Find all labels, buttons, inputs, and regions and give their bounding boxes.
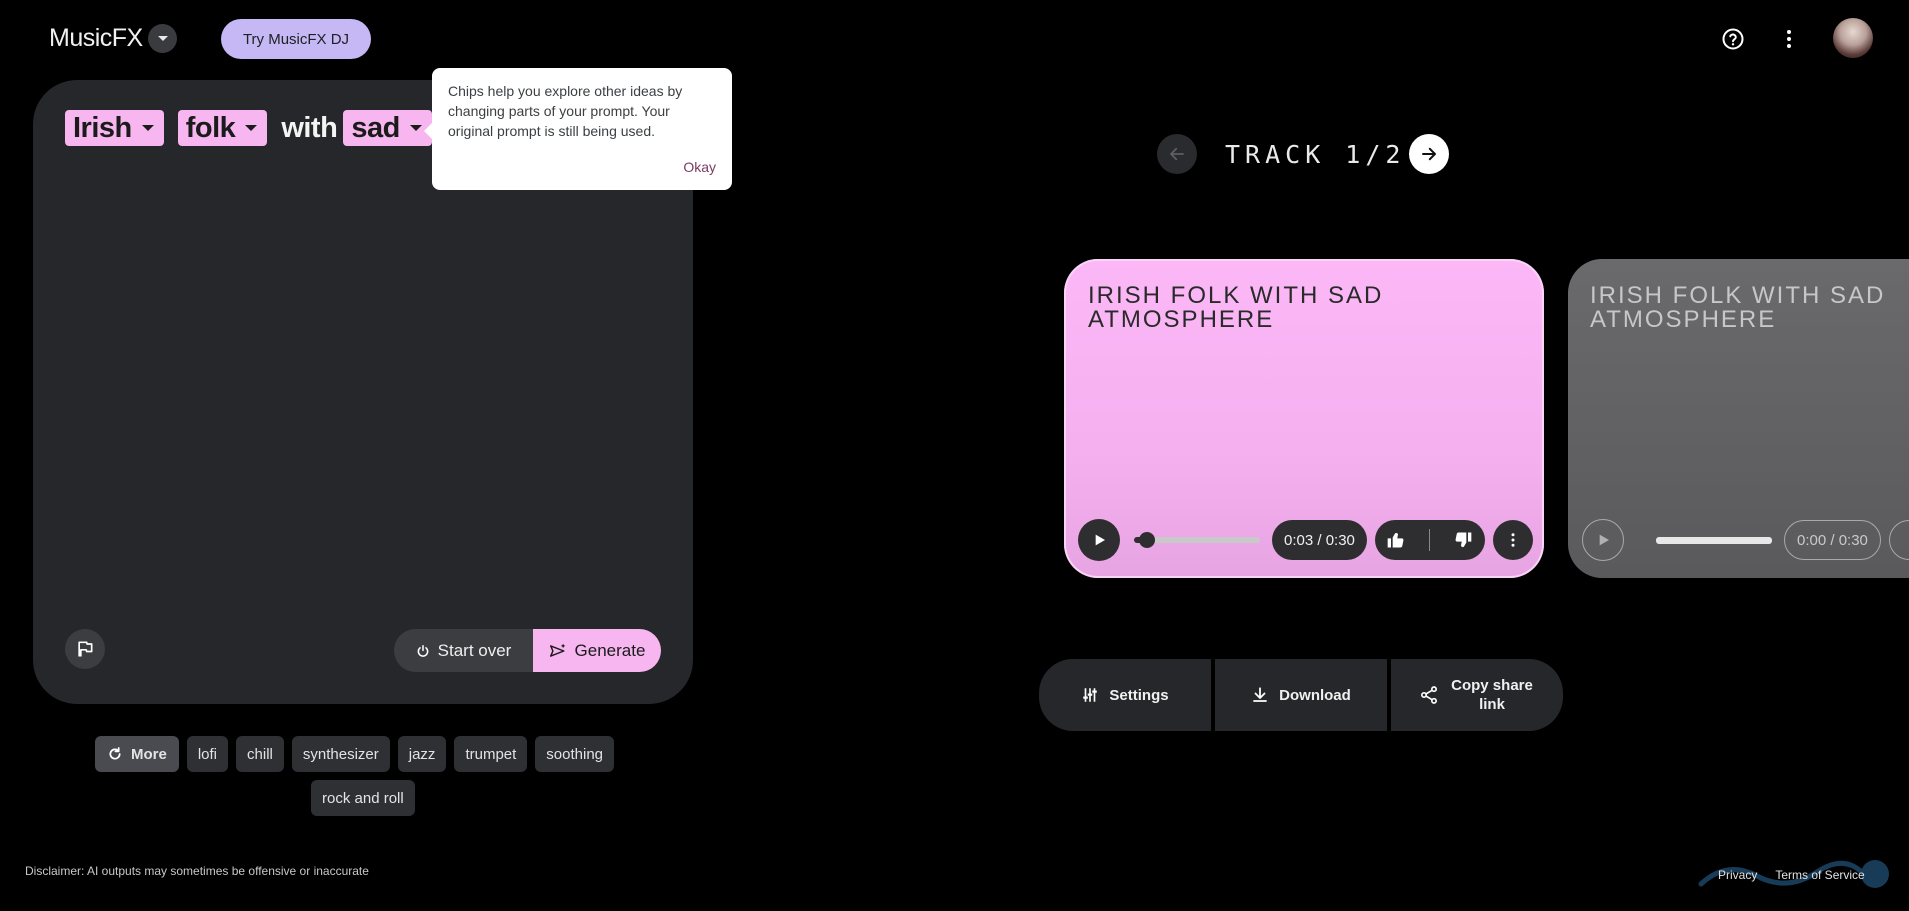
tune-icon — [1083, 688, 1098, 702]
share-label: Copy share link — [1451, 677, 1533, 713]
track-actions: Settings Download Copy share link — [1039, 659, 1563, 731]
try-musicfx-dj-button[interactable]: Try MusicFX DJ — [221, 19, 371, 59]
chip-label: sad — [351, 111, 400, 144]
app-title: MusicFX — [49, 24, 143, 52]
thumbs-down-icon[interactable] — [1453, 530, 1473, 550]
suggestion-chip[interactable]: lofi — [186, 736, 229, 772]
tooltip-okay-button[interactable]: Okay — [683, 159, 716, 175]
suggestion-chip[interactable]: chill — [236, 736, 284, 772]
chevron-down-icon — [245, 125, 258, 131]
download-button[interactable]: Download — [1215, 659, 1387, 731]
next-track-button[interactable] — [1409, 134, 1449, 174]
play-button[interactable] — [1582, 519, 1624, 561]
terms-link[interactable]: Terms of Service — [1775, 868, 1864, 882]
player-controls: 0:00 / 0:30 — [1582, 519, 1909, 561]
previous-track-button[interactable] — [1157, 134, 1197, 174]
privacy-link[interactable]: Privacy — [1718, 868, 1757, 882]
suggestion-chip[interactable]: rock and roll — [311, 780, 415, 816]
arrow-right-icon — [1422, 147, 1436, 161]
thumbs-up-icon[interactable] — [1386, 530, 1406, 550]
app-switcher-button[interactable] — [148, 24, 177, 53]
more-label: More — [131, 745, 167, 763]
rating-divider — [1429, 529, 1431, 551]
prompt-chip-irish[interactable]: Irish — [65, 110, 164, 146]
start-over-label: Start over — [437, 640, 512, 660]
help-icon[interactable] — [1721, 27, 1745, 51]
more-suggestions-button[interactable]: More — [95, 736, 179, 772]
more-vert-icon — [1511, 533, 1515, 547]
rating-controls — [1374, 520, 1485, 560]
download-icon — [1253, 687, 1268, 702]
seek-handle[interactable] — [1138, 532, 1155, 548]
chevron-down-icon — [141, 125, 154, 131]
flag-icon — [78, 641, 93, 657]
power-icon — [417, 644, 429, 657]
seek-slider[interactable] — [1656, 536, 1772, 544]
track-counter: TRACK 1/2 — [1225, 140, 1406, 169]
chevron-down-icon — [409, 125, 422, 131]
chevron-down-icon — [157, 36, 168, 41]
rating-controls — [1888, 520, 1909, 560]
chips-tooltip: Chips help you explore other ideas by ch… — [424, 68, 732, 190]
disclaimer-text: Disclaimer: AI outputs may sometimes be … — [25, 864, 369, 878]
report-button[interactable] — [65, 629, 105, 669]
seek-slider[interactable] — [1134, 532, 1260, 548]
footer-links: Privacy Terms of Service — [1718, 868, 1865, 882]
more-vert-icon[interactable] — [1777, 27, 1801, 51]
prompt-chip-sad[interactable]: sad — [343, 110, 432, 146]
settings-button[interactable]: Settings — [1039, 659, 1211, 731]
play-icon — [1599, 534, 1609, 546]
copy-share-link-button[interactable]: Copy share link — [1391, 659, 1563, 731]
suggestion-chip[interactable]: soothing — [535, 736, 615, 772]
download-label: Download — [1279, 686, 1351, 704]
top-bar: MusicFX Try MusicFX DJ — [0, 0, 1909, 78]
prompt-chip-folk[interactable]: folk — [177, 110, 268, 146]
track-title: IRISH FOLK WITH SAD ATMOSPHERE — [1590, 282, 1886, 333]
time-display: 0:03 / 0:30 — [1272, 520, 1367, 560]
player-controls: 0:03 / 0:30 — [1078, 519, 1533, 561]
track-card-1: IRISH FOLK WITH SAD ATMOSPHERE 0:03 / 0:… — [1064, 259, 1544, 578]
tooltip-message: Chips help you explore other ideas by ch… — [448, 83, 683, 139]
settings-label: Settings — [1109, 686, 1169, 704]
start-over-button[interactable]: Start over — [394, 629, 533, 672]
prompt-actions: Start over Generate — [394, 629, 661, 672]
chip-label: Irish — [73, 111, 132, 144]
share-icon — [1421, 686, 1437, 704]
refresh-icon — [109, 747, 121, 760]
track-card-2[interactable]: IRISH FOLK WITH SAD ATMOSPHERE 0:00 / 0:… — [1568, 259, 1909, 578]
avatar[interactable] — [1833, 18, 1873, 58]
arrow-left-icon — [1170, 147, 1184, 161]
prompt-chips: Irish folk with sad — [65, 110, 432, 146]
tooltip-arrow — [424, 123, 432, 139]
track-title: IRISH FOLK WITH SAD ATMOSPHERE — [1088, 282, 1384, 333]
prompt-word: with — [281, 111, 338, 144]
send-sparkle-icon — [549, 643, 565, 657]
generate-button[interactable]: Generate — [533, 629, 661, 672]
chip-label: folk — [185, 111, 236, 144]
generate-label: Generate — [574, 640, 646, 660]
play-icon — [1095, 534, 1105, 546]
suggestion-chips: More lofi chill synthesizer jazz trumpet… — [95, 736, 635, 816]
time-display: 0:00 / 0:30 — [1784, 520, 1881, 560]
play-button[interactable] — [1078, 519, 1120, 561]
suggestion-chip[interactable]: synthesizer — [291, 736, 390, 772]
suggestion-chip[interactable]: trumpet — [454, 736, 528, 772]
track-menu-button[interactable] — [1492, 520, 1533, 560]
suggestion-chip[interactable]: jazz — [397, 736, 447, 772]
